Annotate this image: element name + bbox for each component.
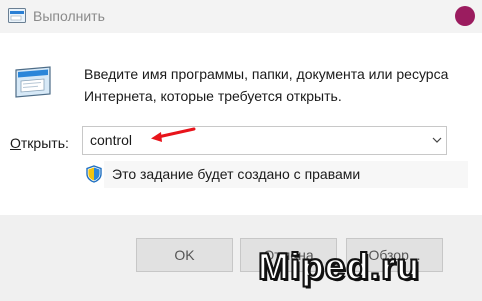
run-dialog-icon [15,66,51,98]
open-label-accelerator: О [10,135,21,151]
open-label-text: ткрыть: [20,135,69,151]
title-bar: Выполнить [0,0,482,33]
open-label: Открыть: [10,135,69,151]
red-arrow-annotation [151,127,196,142]
chevron-down-icon[interactable] [428,127,446,154]
ok-button[interactable]: OK [136,238,233,272]
window-control-dot[interactable] [455,6,475,26]
run-app-icon [8,8,26,23]
open-combobox[interactable]: control [82,126,447,155]
open-input[interactable]: control [90,132,132,148]
admin-note-text: Это задание будет создано с правами [112,166,361,182]
window-title: Выполнить [33,8,105,24]
dialog-description: Введите имя программы, папки, документа … [84,66,449,104]
watermark-text: Miped.ru [257,245,421,288]
shield-icon [86,165,102,183]
